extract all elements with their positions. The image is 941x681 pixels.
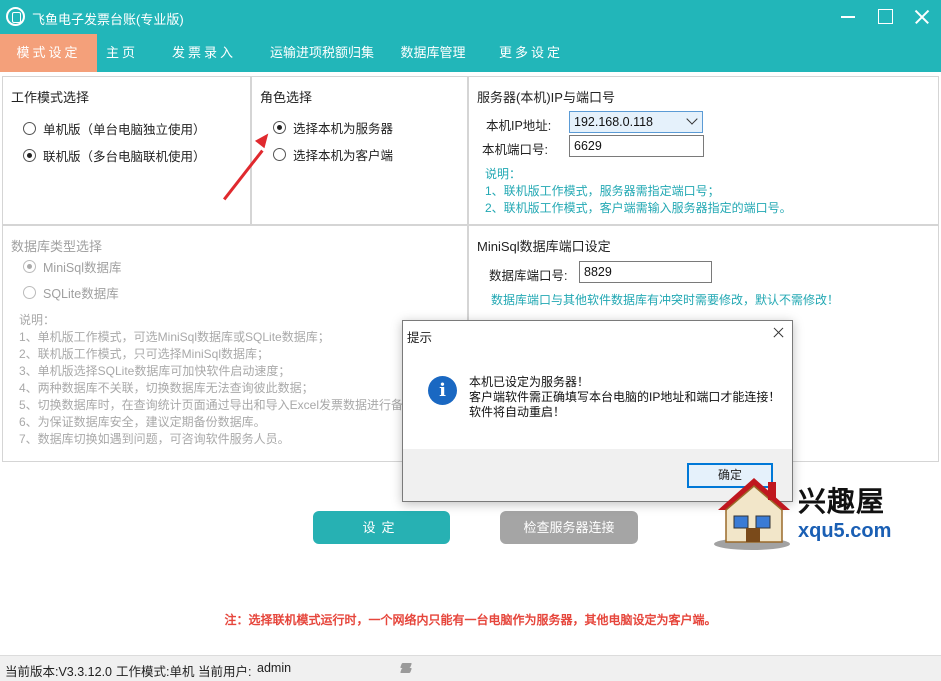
port-label: 本机端口号:: [482, 143, 548, 157]
dialog-message-line: 软件将自动重启！: [469, 405, 566, 419]
tab-invoice-entry[interactable]: 发票录入: [163, 34, 245, 72]
tab-more-settings[interactable]: 更多设定: [490, 34, 572, 72]
radio-standalone-circle[interactable]: [23, 122, 36, 135]
work-mode-panel: 工作模式选择 单机版（单台电脑独立使用） 联机版（多台电脑联机使用）: [2, 76, 251, 225]
close-icon[interactable]: [905, 0, 939, 34]
radio-sqlite-label: SQLite数据库: [43, 287, 119, 301]
tab-database-management[interactable]: 数据库管理: [394, 34, 472, 72]
server-port-input[interactable]: 6629: [569, 135, 704, 157]
db-note-line: 1、单机版工作模式，可选MiniSql数据库或SQLite数据库；: [19, 330, 330, 344]
dialog-message: 本机已设定为服务器！ 客户端软件需正确填写本台电脑的IP地址和端口才能连接！ 软…: [469, 375, 780, 420]
radio-server-label: 选择本机为服务器: [293, 122, 394, 136]
db-note-line: 2、联机版工作模式，只可选择MiniSql数据库；: [19, 347, 270, 361]
db-type-panel: 数据库类型选择 MiniSql数据库 SQLite数据库 说明： 1、单机版工作…: [2, 225, 468, 462]
menu-bar: 模式设定 主页 发票录入 运输进项税额归集 数据库管理 更多设定: [0, 34, 941, 72]
radio-standalone[interactable]: 单机版（单台电脑独立使用）: [23, 119, 206, 138]
radio-sqlite[interactable]: SQLite数据库: [23, 283, 119, 302]
db-port-input[interactable]: 8829: [579, 261, 712, 283]
dialog-message-line: 客户端软件需正确填写本台电脑的IP地址和端口才能连接！: [469, 390, 781, 404]
app-logo-icon: [6, 7, 25, 26]
radio-client-label: 选择本机为客户端: [293, 149, 394, 163]
radio-client[interactable]: 选择本机为客户端: [273, 145, 393, 164]
watermark-cn: 兴趣屋: [798, 486, 886, 517]
layers-icon[interactable]: [400, 662, 412, 674]
radio-minisql-label: MiniSql数据库: [43, 261, 122, 275]
db-type-notes: 说明： 1、单机版工作模式，可选MiniSql数据库或SQLite数据库； 2、…: [19, 312, 403, 448]
ip-select[interactable]: 192.168.0.118: [569, 111, 703, 133]
dialog-title: 提示: [407, 331, 433, 345]
radio-server-circle[interactable]: [273, 121, 286, 134]
server-title: 服务器(本机)IP与端口号: [477, 90, 615, 105]
status-mode: 工作模式:单机: [116, 665, 195, 679]
server-panel: 服务器(本机)IP与端口号 本机IP地址: 192.168.0.118 本机端口…: [468, 76, 939, 225]
check-server-button[interactable]: 检查服务器连接: [500, 511, 638, 544]
info-icon: i: [428, 376, 457, 405]
dialog-body: i 本机已设定为服务器！ 客户端软件需正确填写本台电脑的IP地址和端口才能连接！…: [403, 349, 792, 449]
db-note-line: 7、数据库切换如遇到问题，可咨询软件服务人员。: [19, 432, 290, 446]
server-note-line: 说明：: [485, 167, 522, 181]
radio-minisql-circle[interactable]: [23, 260, 36, 273]
db-note-line: 6、为保证数据库安全，建议定期备份数据库。: [19, 415, 266, 429]
minimize-icon[interactable]: [831, 0, 865, 34]
role-title: 角色选择: [260, 90, 313, 105]
title-bar: 飞鱼电子发票台账(专业版): [0, 0, 941, 34]
radio-server[interactable]: 选择本机为服务器: [273, 118, 393, 137]
radio-minisql[interactable]: MiniSql数据库: [23, 257, 122, 276]
minisql-title: MiniSql数据库端口设定: [477, 239, 611, 254]
server-notes: 说明： 1、联机版工作模式，服务器需指定端口号； 2、联机版工作模式，客户端需输…: [485, 166, 792, 217]
tab-mode-settings[interactable]: 模式设定: [0, 34, 97, 72]
ip-label: 本机IP地址:: [486, 119, 552, 133]
db-port-label: 数据库端口号:: [489, 269, 568, 283]
db-note-line: 5、切换数据库时，在查询统计页面通过导出和导入Excel发票数据进行备: [19, 398, 404, 412]
radio-networked[interactable]: 联机版（多台电脑联机使用）: [23, 146, 206, 165]
status-user: admin: [257, 661, 292, 675]
radio-networked-circle[interactable]: [23, 149, 36, 162]
set-button[interactable]: 设定: [313, 511, 450, 544]
warning-text: 注：选择联机模式运行时，一个网络内只能有一台电脑作为服务器，其他电脑设定为客户端…: [224, 613, 717, 627]
db-type-title: 数据库类型选择: [11, 239, 103, 254]
db-note-line: 说明：: [19, 313, 56, 327]
status-version: 当前版本:V3.3.12.0: [5, 665, 112, 679]
app-title: 飞鱼电子发票台账(专业版): [32, 12, 184, 27]
maximize-icon[interactable]: [868, 0, 902, 34]
radio-networked-label: 联机版（多台电脑联机使用）: [43, 150, 206, 164]
dialog-close-icon[interactable]: [771, 325, 787, 341]
chevron-down-icon: [686, 113, 698, 125]
status-bar: 当前版本:V3.3.12.0 工作模式:单机 当前用户: admin: [0, 655, 941, 681]
db-note-line: 4、两种数据库不关联，切换数据库无法查询彼此数据；: [19, 381, 314, 395]
server-note-line: 1、联机版工作模式，服务器需指定端口号；: [485, 184, 720, 198]
tab-transport-tax[interactable]: 运输进项税额归集: [262, 34, 382, 72]
server-note-line: 2、联机版工作模式，客户端需输入服务器指定的端口号。: [485, 201, 792, 215]
watermark: 兴趣屋 xqu5.com: [712, 472, 902, 552]
ip-select-value: 192.168.0.118: [574, 115, 654, 129]
status-user-label: 当前用户:: [198, 665, 252, 679]
radio-sqlite-circle[interactable]: [23, 286, 36, 299]
dialog-message-line: 本机已设定为服务器！: [469, 375, 590, 389]
db-port-note: 数据库端口与其他软件数据库有冲突时需要修改，默认不需修改！: [491, 293, 840, 307]
watermark-en: xqu5.com: [798, 520, 892, 542]
db-note-line: 3、单机版选择SQLite数据库可加快软件启动速度；: [19, 364, 291, 378]
role-panel: 角色选择 选择本机为服务器 选择本机为客户端: [251, 76, 468, 225]
radio-client-circle[interactable]: [273, 148, 286, 161]
work-mode-title: 工作模式选择: [11, 90, 90, 105]
radio-standalone-label: 单机版（单台电脑独立使用）: [43, 123, 206, 137]
tab-home[interactable]: 主页: [97, 34, 147, 72]
house-logo-icon: [714, 478, 790, 550]
